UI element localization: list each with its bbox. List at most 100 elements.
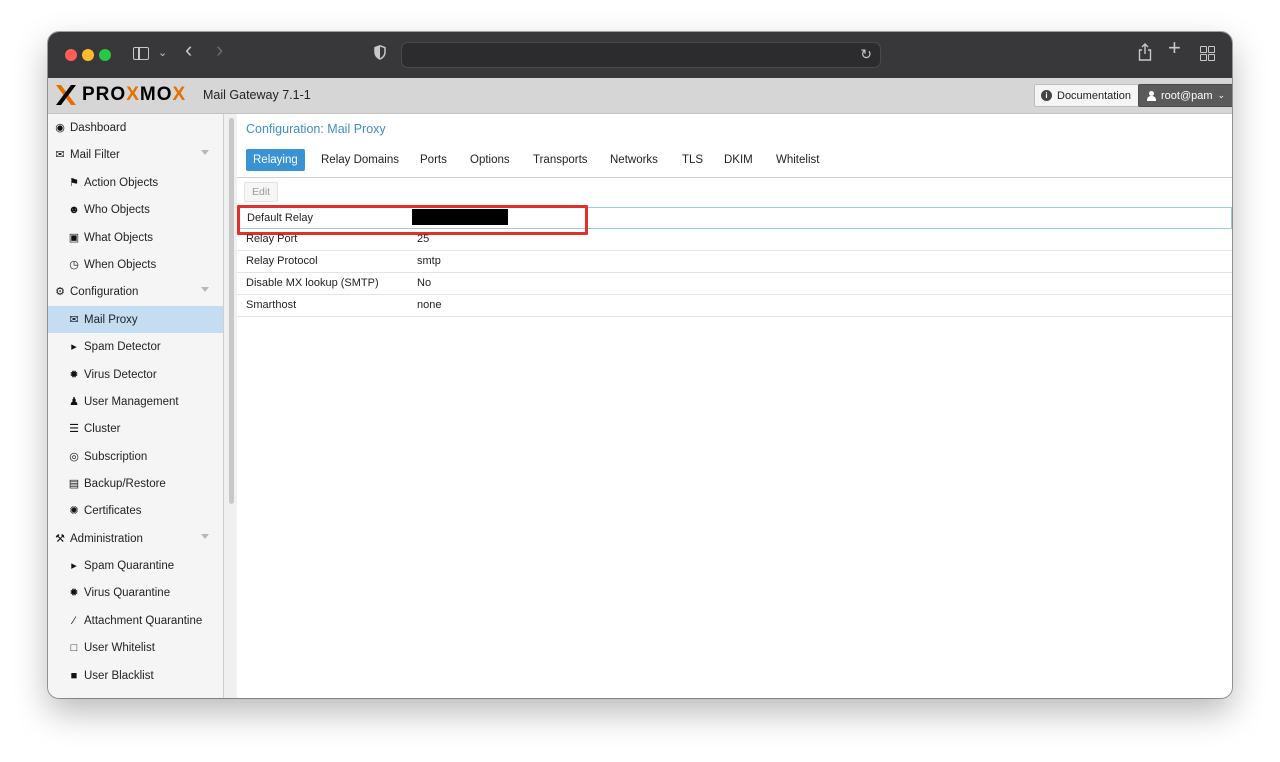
logo-text: PROXMOX <box>82 84 187 105</box>
sidebar-item-label: User Management <box>84 395 179 408</box>
table-row-smarthost[interactable]: Smarthost none <box>237 295 1232 317</box>
tab-ports[interactable]: Ports <box>413 149 454 171</box>
sidebar-item-spam-quarantine[interactable]: ▸ Spam Quarantine <box>48 552 223 579</box>
documentation-button[interactable]: i Documentation <box>1034 84 1139 107</box>
row-value: No <box>417 277 432 289</box>
tab-whitelist[interactable]: Whitelist <box>769 149 826 171</box>
close-window-button[interactable] <box>65 49 77 61</box>
forward-icon[interactable]: › <box>216 39 223 61</box>
user-circle-icon: ☻ <box>68 203 80 216</box>
tab-dkim[interactable]: DKIM <box>717 149 760 171</box>
life-ring-icon: ◎ <box>69 450 79 463</box>
tab-options[interactable]: Options <box>463 149 517 171</box>
back-icon[interactable]: ‹ <box>185 39 192 61</box>
user-menu-button[interactable]: root@pam ⌄ <box>1138 84 1232 107</box>
chevron-down-icon[interactable]: ⌄ <box>158 45 167 61</box>
collapse-arrow-icon[interactable] <box>201 287 209 292</box>
sidebar-item-mail-proxy[interactable]: ✉ Mail Proxy <box>48 306 223 333</box>
tab-overview-icon[interactable] <box>1200 46 1215 61</box>
bullhorn-icon: ▸ <box>71 559 77 572</box>
sidebar-item-user-management[interactable]: ♟ User Management <box>48 388 223 415</box>
proxmox-logo: PROXMOX <box>54 83 186 107</box>
tab-networks[interactable]: Networks <box>603 149 665 171</box>
row-key: Smarthost <box>246 299 297 311</box>
sidebar-item-label: Dashboard <box>70 121 127 134</box>
gears-icon: ⚙ <box>55 285 65 298</box>
sidebar-item-label: Attachment Quarantine <box>84 614 203 627</box>
sidebar-item-label: What Objects <box>84 231 154 244</box>
sidebar-item-user-whitelist[interactable]: □ User Whitelist <box>48 634 223 661</box>
sidebar-item-label: Subscription <box>84 450 148 463</box>
bug-icon: ✹ <box>69 368 79 381</box>
row-value: none <box>417 299 442 311</box>
sidebar-item-cluster[interactable]: ☰ Cluster <box>48 415 223 442</box>
minimize-window-button[interactable] <box>82 49 94 61</box>
sidebar-item-backup-restore[interactable]: ▤ Backup/Restore <box>48 470 223 497</box>
sidebar-item-who-objects[interactable]: ☻ Who Objects <box>48 196 223 223</box>
sidebar-item-certificates[interactable]: ✺ Certificates <box>48 497 223 524</box>
row-value: 25 <box>417 233 430 245</box>
tab-relaying[interactable]: Relaying <box>246 149 305 171</box>
sidebar-item-virus-quarantine[interactable]: ✹ Virus Quarantine <box>48 579 223 606</box>
sidebar-item-label: Spam Detector <box>84 340 161 353</box>
table-row-relay-protocol[interactable]: Relay Protocol smtp <box>237 251 1232 273</box>
sidebar-item-subscription[interactable]: ◎ Subscription <box>48 443 223 470</box>
table-row-default-relay[interactable]: Default Relay <box>237 205 1232 235</box>
sidebar-item-label: User Blacklist <box>84 669 154 682</box>
collapse-arrow-icon[interactable] <box>201 150 209 155</box>
envelope-outline-icon: ✉ <box>69 313 79 326</box>
shield-icon[interactable] <box>374 45 386 60</box>
collapse-arrow-icon[interactable] <box>201 534 209 539</box>
sidebar-item-what-objects[interactable]: ▣ What Objects <box>48 224 223 251</box>
sidebar-item-mail-filter[interactable]: ✉ Mail Filter <box>48 141 223 168</box>
sidebar-item-label: Spam Quarantine <box>84 559 175 572</box>
reload-icon[interactable]: ↻ <box>860 46 872 63</box>
sidebar-item-label: Action Objects <box>84 176 159 189</box>
sidebar-item-label: Certificates <box>84 504 142 517</box>
sidebar-item-configuration[interactable]: ⚙ Configuration <box>48 278 223 305</box>
browser-window: ⌄ ‹ › ↻ + PROXMOX Mail Gateway 7.1-1 i D… <box>48 32 1232 698</box>
zoom-window-button[interactable] <box>99 49 111 61</box>
users-icon: ♟ <box>69 395 79 408</box>
share-icon[interactable] <box>1138 43 1152 61</box>
redacted-value-block <box>412 209 508 225</box>
tab-relay-domains[interactable]: Relay Domains <box>314 149 406 171</box>
envelope-icon: ✉ <box>55 148 65 161</box>
product-version: Mail Gateway 7.1-1 <box>203 88 311 102</box>
sidebar-item-label: Virus Detector <box>84 368 157 381</box>
new-tab-icon[interactable]: + <box>1168 37 1181 59</box>
row-value: smtp <box>417 255 441 267</box>
tab-tls[interactable]: TLS <box>675 149 710 171</box>
sidebar-item-label: Virus Quarantine <box>84 586 171 599</box>
paperclip-icon: ∕ <box>73 614 75 627</box>
sidebar-item-spam-detector[interactable]: ▸ Spam Detector <box>48 333 223 360</box>
tab-transports[interactable]: Transports <box>526 149 595 171</box>
sidebar-item-attachment-quarantine[interactable]: ∕ Attachment Quarantine <box>48 607 223 634</box>
page-title: Configuration: Mail Proxy <box>246 122 386 136</box>
flag-icon: ⚑ <box>69 176 79 189</box>
file-outline-icon: □ <box>70 641 78 654</box>
sidebar-item-action-objects[interactable]: ⚑ Action Objects <box>48 169 223 196</box>
sidebar-item-user-blacklist[interactable]: ■ User Blacklist <box>48 662 223 689</box>
edit-button[interactable]: Edit <box>244 182 279 202</box>
sidebar-item-administration[interactable]: ⚒ Administration <box>48 525 223 552</box>
info-icon: i <box>1041 90 1052 101</box>
sidebar-item-label: Mail Proxy <box>84 313 138 326</box>
sidebar-item-label: Backup/Restore <box>84 477 166 490</box>
sidebar-item-when-objects[interactable]: ◷ When Objects <box>48 251 223 278</box>
sidebar-item-label: Who Objects <box>84 203 150 216</box>
address-bar[interactable]: ↻ <box>401 42 881 68</box>
sidebar-scroll-thumb[interactable] <box>229 118 234 504</box>
table-row-disable-mx-lookup[interactable]: Disable MX lookup (SMTP) No <box>237 273 1232 295</box>
sidebar-item-dashboard[interactable]: ◉ Dashboard <box>48 114 223 141</box>
sidebar-item-label: Administration <box>70 532 143 545</box>
wrench-icon: ⚒ <box>55 532 65 545</box>
sidebar-nav: ◉ Dashboard ✉ Mail Filter ⚑ Action Objec… <box>48 114 224 698</box>
sidebar-item-virus-detector[interactable]: ✹ Virus Detector <box>48 361 223 388</box>
sidebar-item-label: Configuration <box>70 285 139 298</box>
file-icon: ■ <box>70 669 78 682</box>
sidebar-toggle-icon[interactable] <box>133 47 149 60</box>
table-row-relay-port[interactable]: Relay Port 25 <box>237 229 1232 251</box>
row-key: Relay Protocol <box>246 255 318 267</box>
user-icon <box>1147 90 1156 101</box>
